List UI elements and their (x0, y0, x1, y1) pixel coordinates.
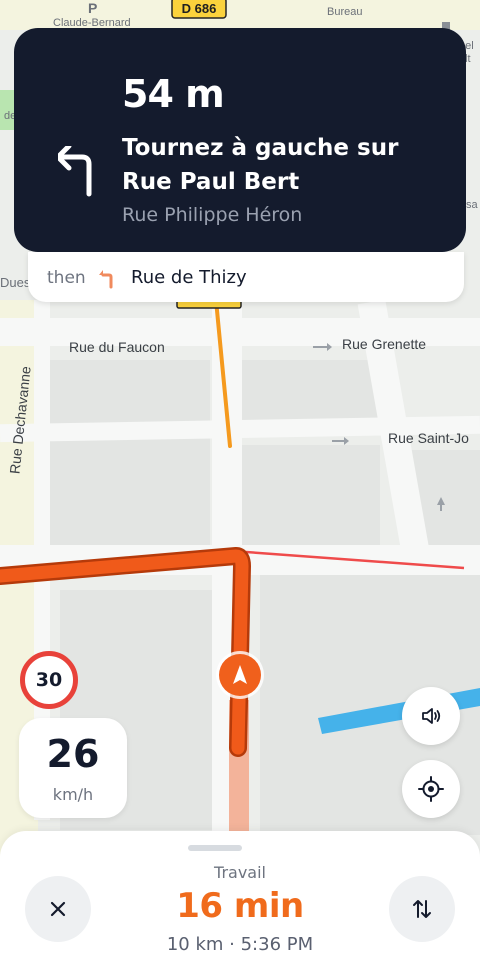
turn-instruction-card[interactable]: 54 m Tournez à gauche sur Rue Paul Bert … (14, 28, 466, 252)
current-speed-value: 26 (46, 732, 100, 776)
map-label-dues: Dues (0, 275, 31, 290)
route-options-button[interactable] (389, 876, 455, 942)
turn-left-small-icon (99, 270, 113, 289)
street-label-rue-saint-jo: Rue Saint-Jo (388, 430, 469, 446)
current-speed-box: 26 km/h (19, 718, 127, 818)
turn-left-icon (58, 146, 92, 197)
map-label-bureau: Bureau (327, 6, 363, 18)
street-label-rue-du-faucon: Rue du Faucon (69, 339, 165, 355)
then-label: then (47, 268, 86, 288)
road-number-text: D 686 (182, 1, 217, 16)
next-street-name: Rue de Thizy (131, 267, 247, 288)
vehicle-position-marker (219, 654, 261, 696)
crosshair-icon (418, 776, 444, 802)
speed-unit: km/h (52, 785, 94, 804)
toward-street: Rue Philippe Héron (122, 204, 303, 226)
map-label-sa: sa (466, 199, 478, 211)
sound-button[interactable] (402, 687, 460, 745)
street-label-rue-grenette: Rue Grenette (342, 336, 427, 352)
turn-distance: 54 m (122, 72, 225, 116)
navigation-arrow-icon (233, 665, 247, 684)
speaker-icon (422, 708, 441, 724)
parking-label: P (88, 0, 97, 16)
sheet-drag-handle[interactable] (188, 845, 242, 851)
trip-bottom-sheet[interactable]: Travail 16 min 10 km · 5:36 PM (0, 831, 480, 978)
turn-instruction-text: Tournez à gauche sur Rue Paul Bert (122, 135, 399, 195)
recenter-button[interactable] (402, 760, 460, 818)
next-instruction-bar[interactable]: then Rue de Thizy (28, 252, 464, 302)
swap-vertical-icon (413, 900, 431, 918)
speed-limit-sign: 30 (20, 651, 78, 709)
